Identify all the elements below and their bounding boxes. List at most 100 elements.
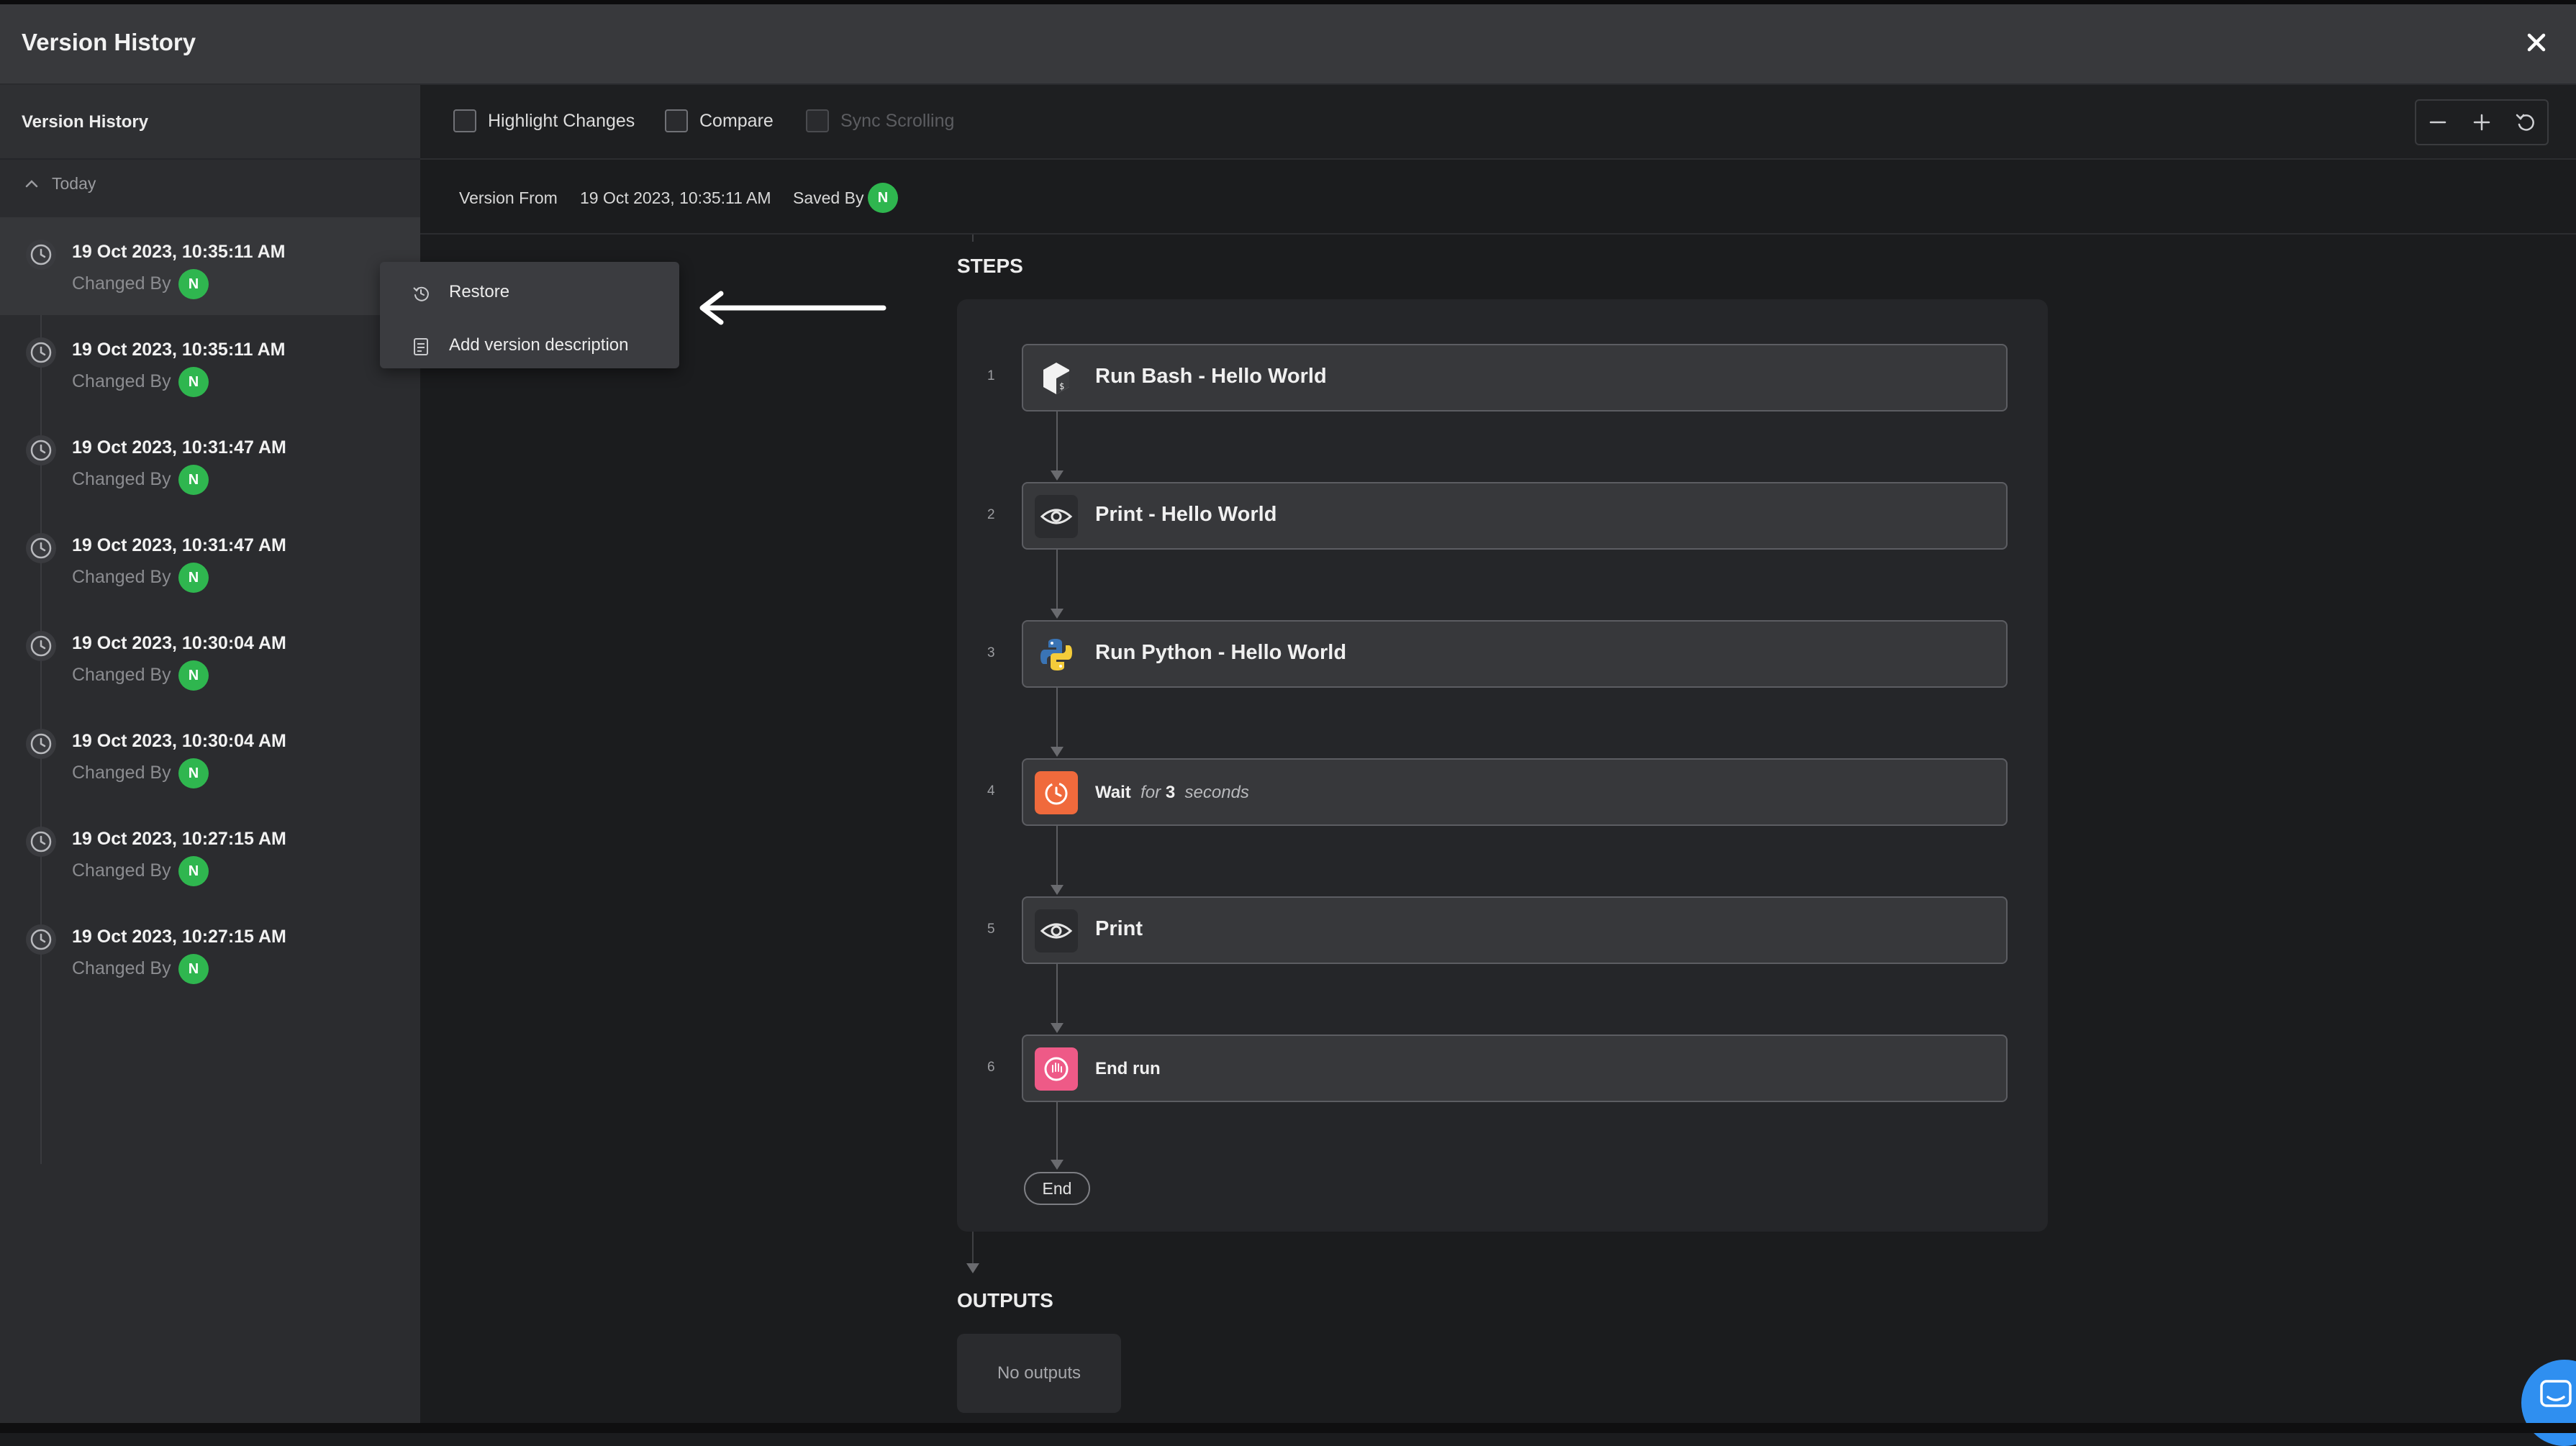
changed-by-label: Changed By <box>72 273 171 294</box>
changed-by-label: Changed By <box>72 763 171 783</box>
changed-by-label: Changed By <box>72 469 171 489</box>
avatar: N <box>178 954 209 984</box>
clock-icon <box>26 827 56 857</box>
steps-heading: STEPS <box>957 255 1023 277</box>
add-description-label: Add version description <box>449 335 629 355</box>
avatar: N <box>178 563 209 593</box>
arrow-down-icon <box>1051 747 1063 757</box>
clock-icon <box>26 729 56 759</box>
modal-titlebar: Version History <box>0 4 2576 85</box>
chat-icon <box>2540 1380 2572 1407</box>
step-connector <box>1056 688 1058 754</box>
step-number: 3 <box>987 645 995 660</box>
checkbox-label: Highlight Changes <box>488 110 635 131</box>
stop-hand-icon <box>1035 1047 1078 1091</box>
step-node[interactable]: Print <box>1022 896 2008 964</box>
chevron-up-icon <box>25 180 38 188</box>
python-icon <box>1040 639 1072 670</box>
changed-by-label: Changed By <box>72 665 171 685</box>
step-connector <box>1056 964 1058 1030</box>
clock-icon <box>26 337 56 368</box>
step-node[interactable]: Print - Hello World <box>1022 482 2008 550</box>
plus-icon[interactable] <box>2469 109 2495 135</box>
add-description-menu-item[interactable]: Add version description <box>380 321 679 368</box>
arrow-down-icon <box>1051 885 1063 895</box>
version-date: 19 Oct 2023, 10:27:15 AM <box>72 927 286 947</box>
step-number: 2 <box>987 507 995 522</box>
checkbox-box <box>806 109 829 132</box>
checkbox-label: Compare <box>699 110 774 131</box>
avatar: N <box>178 758 209 788</box>
version-item[interactable]: 19 Oct 2023, 10:31:47 AM Changed By N <box>0 413 420 511</box>
avatar: N <box>178 269 209 299</box>
step-connector <box>1056 1102 1058 1165</box>
modal-title: Version History <box>22 29 196 55</box>
version-date: 19 Oct 2023, 10:30:04 AM <box>72 633 286 653</box>
step-number: 1 <box>987 368 995 383</box>
arrow-down-icon <box>1051 1023 1063 1033</box>
wait-amount: 3 <box>1165 783 1176 802</box>
avatar: N <box>868 183 898 213</box>
sidebar-title: Version History <box>22 112 149 132</box>
eye-icon <box>1035 909 1078 952</box>
clock-icon <box>26 240 56 270</box>
wait-unit: seconds <box>1184 783 1249 802</box>
wait-label: Wait <box>1095 783 1131 802</box>
version-date: 19 Oct 2023, 10:35:11 AM <box>72 242 286 262</box>
clock-icon <box>26 924 56 955</box>
step-label: Print - Hello World <box>1095 503 1277 526</box>
svg-text:$: $ <box>1059 381 1064 391</box>
minus-icon[interactable] <box>2425 109 2451 135</box>
close-icon[interactable] <box>2520 26 2553 59</box>
version-date: 19 Oct 2023, 10:31:47 AM <box>72 535 286 555</box>
avatar: N <box>178 660 209 691</box>
arrow-down-icon <box>1051 609 1063 619</box>
step-number: 5 <box>987 922 995 937</box>
annotation-arrow-icon <box>699 291 886 325</box>
checkbox-label: Sync Scrolling <box>840 110 955 131</box>
version-from-label: Version From <box>459 188 558 207</box>
avatar: N <box>178 856 209 886</box>
saved-by-label: Saved By <box>793 188 864 207</box>
reset-zoom-icon[interactable] <box>2513 109 2539 135</box>
preview-toolbar: Highlight Changes Compare Sync Scrolling <box>420 85 2576 160</box>
highlight-changes-checkbox[interactable]: Highlight Changes <box>453 109 635 132</box>
arrow-down-icon <box>1051 470 1063 481</box>
version-from-value: 19 Oct 2023, 10:35:11 AM <box>580 188 771 207</box>
version-info-bar: Version From 19 Oct 2023, 10:35:11 AM Sa… <box>420 160 2576 235</box>
end-node: End <box>1024 1172 1090 1205</box>
version-context-menu: Restore Add version description <box>380 262 679 368</box>
group-toggle-today[interactable]: Today <box>22 173 96 194</box>
version-item[interactable]: 19 Oct 2023, 10:27:15 AM Changed By N <box>0 902 420 1000</box>
version-item[interactable]: 19 Oct 2023, 10:27:15 AM Changed By N <box>0 804 420 902</box>
clock-icon <box>26 631 56 661</box>
step-node[interactable]: End run <box>1022 1035 2008 1102</box>
group-label: Today <box>52 173 96 193</box>
step-connector <box>1056 550 1058 616</box>
version-item[interactable]: 19 Oct 2023, 10:30:04 AM Changed By N <box>0 609 420 706</box>
outputs-heading: OUTPUTS <box>957 1289 1053 1311</box>
changed-by-label: Changed By <box>72 371 171 391</box>
arrow-down-icon <box>966 1263 979 1273</box>
version-item[interactable]: 19 Oct 2023, 10:30:04 AM Changed By N <box>0 706 420 804</box>
restore-menu-item[interactable]: Restore <box>380 268 679 315</box>
bottom-strip <box>0 1423 2576 1433</box>
step-node[interactable]: $ Run Bash - Hello World <box>1022 344 2008 411</box>
step-label: Wait for 3 seconds <box>1095 783 1249 803</box>
avatar: N <box>178 367 209 397</box>
version-item[interactable]: 19 Oct 2023, 10:35:11 AM Changed By N <box>0 217 420 315</box>
step-node[interactable]: Wait for 3 seconds <box>1022 758 2008 826</box>
version-item[interactable]: 19 Oct 2023, 10:31:47 AM Changed By N <box>0 511 420 609</box>
arrow-down-icon <box>1051 1160 1063 1170</box>
sync-scrolling-checkbox[interactable]: Sync Scrolling <box>806 109 954 132</box>
document-icon <box>414 338 428 355</box>
timer-icon <box>1035 771 1078 814</box>
version-item[interactable]: 19 Oct 2023, 10:35:11 AM Changed By N <box>0 315 420 413</box>
step-connector <box>1056 411 1058 478</box>
version-date: 19 Oct 2023, 10:31:47 AM <box>72 437 286 458</box>
clock-icon <box>26 435 56 465</box>
compare-checkbox[interactable]: Compare <box>665 109 774 132</box>
step-node[interactable]: Run Python - Hello World <box>1022 620 2008 688</box>
checkbox-box <box>665 109 688 132</box>
outputs-empty: No outputs <box>957 1334 1121 1413</box>
